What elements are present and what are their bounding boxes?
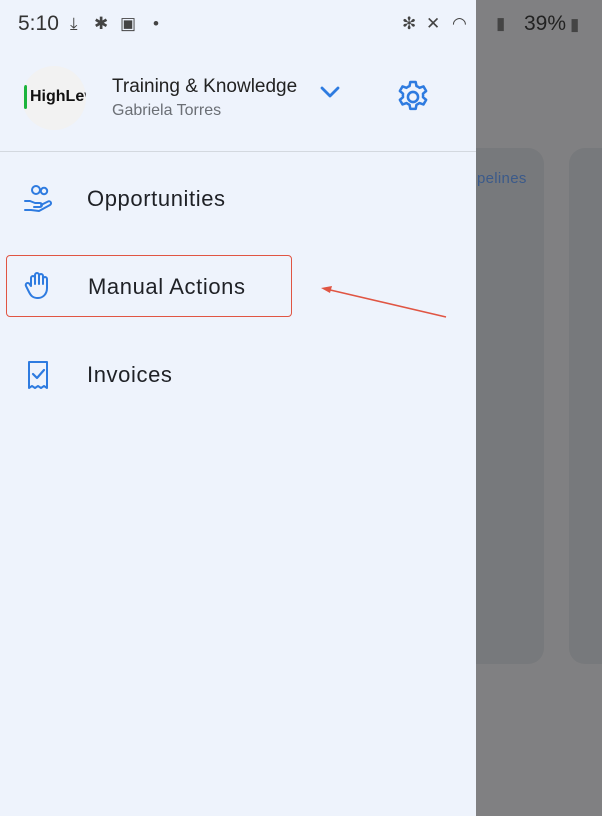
download-icon: ⤓ — [70, 14, 78, 33]
account-user-name: Gabriela Torres — [112, 102, 222, 119]
dot-icon: • — [153, 14, 159, 33]
menu-item-label: Opportunities — [87, 186, 226, 211]
annotation-arrow — [321, 286, 447, 318]
status-bar: 5:10 ⤓ ✱ ▣ • ✻ ✕ ◠ ▮ 39% ▮ — [0, 0, 602, 48]
hand-icon — [24, 272, 48, 299]
highlevel-logo: HighLev — [30, 88, 86, 105]
menu-item-opportunities[interactable]: Opportunities — [6, 168, 292, 230]
slack-icon: ✱ — [94, 14, 109, 33]
logo-accent-bar — [24, 85, 27, 109]
header-divider — [0, 151, 476, 152]
gear-icon[interactable] — [394, 78, 432, 116]
menu-item-invoices[interactable]: Invoices — [6, 344, 292, 406]
hand-coins-icon — [24, 185, 52, 212]
account-name: Training & Knowledge — [112, 76, 298, 97]
mute-icon: ✕ — [426, 14, 441, 33]
background-card — [569, 148, 602, 664]
menu-item-manual-actions[interactable]: Manual Actions — [6, 255, 292, 317]
bluetooth-icon: ✻ — [402, 14, 417, 33]
chevron-down-icon[interactable] — [318, 82, 342, 102]
navigation-drawer: HighLev Training & Knowledge Gabriela To… — [0, 0, 476, 816]
image-icon: ▣ — [120, 14, 137, 33]
background-pipelines-label: pelines — [477, 170, 527, 187]
account-avatar[interactable]: HighLev — [22, 66, 86, 130]
wifi-icon: ◠ — [452, 14, 467, 33]
menu-item-label: Invoices — [87, 362, 173, 387]
signal-icon: ▮ — [496, 14, 506, 33]
battery-percentage: 39% — [524, 12, 567, 35]
menu-item-label: Manual Actions — [88, 274, 246, 299]
receipt-icon — [28, 361, 48, 389]
status-time: 5:10 — [18, 12, 59, 35]
battery-icon: ▮ — [570, 15, 580, 34]
